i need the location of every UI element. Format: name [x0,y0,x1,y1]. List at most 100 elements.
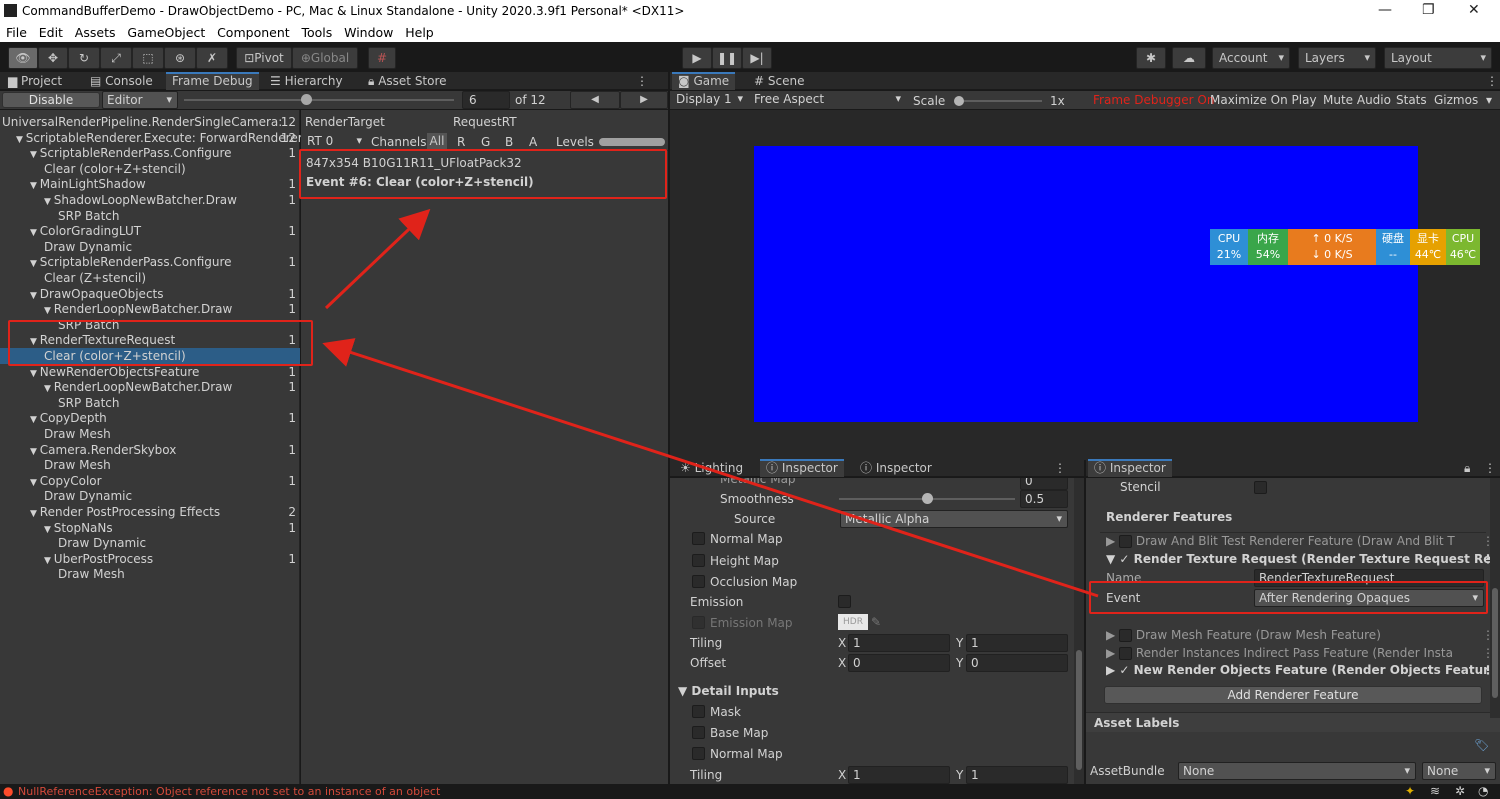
tab-frame-debug[interactable]: Frame Debug [166,72,259,90]
scale-slider-handle[interactable] [954,96,964,106]
levels-slider[interactable] [599,138,665,146]
stats-toggle[interactable]: Stats [1396,93,1427,107]
scale-slider-track[interactable] [964,100,1042,102]
right-scrollbar[interactable] [1490,478,1500,718]
pause-button[interactable]: ❚❚ [712,47,742,69]
feature-row-render-instances[interactable]: ▶ Render Instances Indirect Pass Feature… [1106,645,1494,661]
mid-scrollbar-thumb[interactable] [1076,650,1082,770]
grid-snap-icon[interactable]: # [368,47,396,69]
lightbulb-icon[interactable]: ✦ [1405,784,1415,798]
offset-y-input[interactable]: 0 [966,654,1068,672]
assetbundle-dropdown[interactable]: None [1178,762,1416,780]
foldout-arrow-icon[interactable]: ▼ [30,291,40,301]
layers-dropdown[interactable]: Layers [1298,47,1376,69]
lock-icon[interactable]: ⋮ [630,72,654,90]
tree-row[interactable]: Draw Dynamic [0,239,300,255]
account-dropdown[interactable]: Account [1212,47,1290,69]
error-message[interactable]: NullReferenceException: Object reference… [18,785,440,798]
rotate-tool-icon[interactable]: ↻ [68,47,100,69]
tab-console[interactable]: ▤ Console [84,72,159,90]
feature-row-new-render-objects[interactable]: ▶ ✓ New Render Objects Feature (Render O… [1106,662,1494,678]
menu-tools[interactable]: Tools [301,22,332,40]
smoothness-value[interactable]: 0.5 [1020,490,1068,508]
frame-slider-handle[interactable] [301,94,312,105]
tab-hierarchy[interactable]: ☰ Hierarchy [264,72,349,90]
tab-lighting[interactable]: ☀ Lighting [674,459,749,477]
channel-r[interactable]: R [457,135,465,149]
menu-component[interactable]: Component [217,22,290,40]
foldout-arrow-icon[interactable]: ▼ [30,369,40,379]
menu-help[interactable]: Help [405,22,434,40]
occlusion-map-slot[interactable] [692,575,705,588]
game-menu-icon[interactable]: ⋮ [1480,72,1500,90]
metallic-map-value[interactable]: 0 [1020,478,1068,490]
foldout-arrow-icon[interactable]: ▼ [30,259,40,269]
menu-assets[interactable]: Assets [75,22,116,40]
feature-row-draw-and-blit[interactable]: ▶ Draw And Blit Test Renderer Feature (D… [1106,533,1494,549]
pivot-toggle[interactable]: ⊡Pivot [236,47,292,69]
feature-row-draw-mesh[interactable]: ▶ Draw Mesh Feature (Draw Mesh Feature) ⋮ [1106,627,1494,643]
hdr-color-swatch[interactable]: HDR [838,614,868,630]
rect-tool-icon[interactable]: ⬚ [132,47,164,69]
source-dropdown[interactable]: Metallic Alpha [840,510,1068,528]
feature-checkbox[interactable] [1119,629,1133,642]
tab-asset-store[interactable]: 🔒︎ Asset Store [362,72,453,90]
tree-row[interactable]: ▼ ScriptableRenderPass.Configure 1 [0,254,300,270]
offset-x-input[interactable]: 0 [848,654,950,672]
tab-inspector-1[interactable]: ⓘ Inspector [760,459,844,477]
smoothness-slider-handle[interactable] [922,493,933,504]
tree-row[interactable]: ▼ ColorGradingLUT 1 [0,223,300,239]
tree-row[interactable]: ▼ Camera.RenderSkybox 1 [0,442,300,458]
channel-g[interactable]: G [481,135,490,149]
tree-row[interactable]: ▼ ScriptableRenderPass.Configure 1 [0,145,300,161]
tree-row[interactable]: SRP Batch [0,395,300,411]
foldout-arrow-icon[interactable]: ▼ [44,525,54,535]
move-tool-icon[interactable]: ✥ [38,47,68,69]
mask-slot[interactable] [692,705,705,718]
close-icon[interactable]: ✕ [1468,2,1480,18]
menu-gameobject[interactable]: GameObject [127,22,205,40]
prev-frame-button[interactable]: ◀ [570,91,620,109]
detail-tiling-x-input[interactable]: 1 [848,766,950,784]
right-scrollbar-thumb[interactable] [1492,588,1498,698]
step-button[interactable]: ▶| [742,47,772,69]
tree-row[interactable]: ▼ CopyDepth 1 [0,410,300,426]
feature-checkbox[interactable] [1119,647,1133,660]
assetbundle-variant-dropdown[interactable]: None [1422,762,1496,780]
foldout-arrow-icon[interactable]: ▼ [44,197,54,207]
eyedropper-icon[interactable]: ✎ [871,615,881,629]
foldout-arrow-icon[interactable]: ▼ [44,556,54,566]
next-frame-button[interactable]: ▶ [620,91,668,109]
foldout-arrow-icon[interactable]: ▼ [30,478,40,488]
base-map-slot[interactable] [692,726,705,739]
tree-row[interactable]: Draw Mesh [0,426,300,442]
foldout-arrow-icon[interactable]: ▼ [30,181,40,191]
tree-row[interactable]: Clear (Z+stencil) [0,270,300,286]
tree-row[interactable]: ▼ MainLightShadow 1 [0,176,300,192]
global-toggle[interactable]: ⊕Global [292,47,358,69]
tree-row[interactable]: ▼ DrawOpaqueObjects 1 [0,286,300,302]
frame-slider-track[interactable] [184,99,454,101]
disable-button[interactable]: Disable [2,92,100,108]
channel-a[interactable]: A [529,135,537,149]
detail-tiling-y-input[interactable]: 1 [966,766,1068,784]
tiling-y-input[interactable]: 1 [966,634,1068,652]
detail-inputs-foldout[interactable]: ▼ Detail Inputs [678,684,779,698]
right-menu-icon[interactable]: ⋮ [1478,459,1500,477]
frame-number-input[interactable]: 6 [462,91,510,109]
label-tag-icon[interactable]: 🏷︎ [1474,738,1489,752]
cloud-icon[interactable]: ☁ [1172,47,1206,69]
normal-map-slot[interactable] [692,532,705,545]
foldout-arrow-icon[interactable]: ▼ [30,415,40,425]
foldout-arrow-icon[interactable]: ▼ [16,135,26,145]
view-tool-eye-icon[interactable]: 👁 [8,47,38,69]
scale-tool-icon[interactable]: ⤢ [100,47,132,69]
tree-row[interactable]: Draw Dynamic [0,535,300,551]
tab-scene[interactable]: # Scene [748,72,810,90]
play-button[interactable]: ▶ [682,47,712,69]
menu-window[interactable]: Window [344,22,393,40]
add-renderer-feature-button[interactable]: Add Renderer Feature [1104,686,1482,704]
foldout-arrow-icon[interactable]: ▼ [30,447,40,457]
progress-icon[interactable]: ◔ [1478,784,1488,798]
gizmos-chevron-icon[interactable]: ▾ [1486,93,1492,107]
